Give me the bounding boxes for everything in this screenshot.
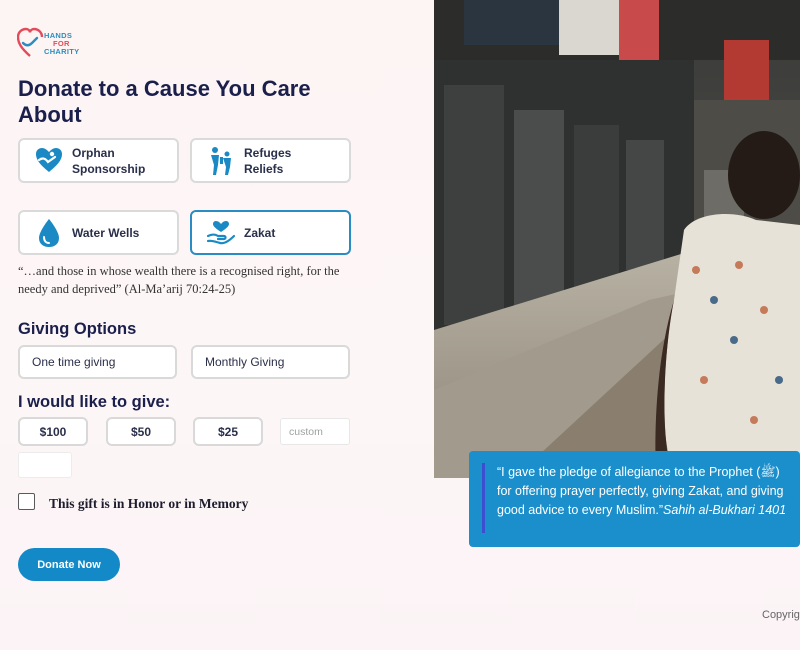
cause-refugees-reliefs[interactable]: Refuges Reliefs [190, 138, 351, 183]
giving-options-title: Giving Options [18, 320, 137, 338]
refugees-icon [204, 144, 238, 178]
monthly-giving-option[interactable]: Monthly Giving [191, 345, 350, 379]
zakat-hand-icon [204, 216, 238, 250]
hadith-quote-card: “I gave the pledge of allegiance to the … [469, 451, 800, 547]
logo-text: HANDS FOR CHARITY [44, 32, 79, 56]
street-photo [434, 0, 800, 478]
empty-field[interactable] [18, 452, 72, 478]
orphan-icon [32, 144, 66, 178]
cause-orphan-sponsorship[interactable]: Orphan Sponsorship [18, 138, 179, 183]
copyright-text: Copyrig [762, 609, 800, 621]
honor-memory-label: This gift is in Honor or in Memory [49, 496, 249, 511]
cause-zakat[interactable]: Zakat [190, 210, 351, 255]
amount-25-button[interactable]: $25 [193, 417, 263, 446]
amount-100-button[interactable]: $100 [18, 417, 88, 446]
hadith-source: Sahih al-Bukhari 1401 [663, 503, 787, 517]
one-time-giving-option[interactable]: One time giving [18, 345, 177, 379]
quote-accent-bar [482, 463, 485, 533]
amount-50-button[interactable]: $50 [106, 417, 176, 446]
cause-label: Refuges Reliefs [244, 145, 292, 176]
quran-quote: “…and those in whose wealth there is a r… [18, 264, 340, 296]
page-title: Donate to a Cause You Care About [18, 76, 311, 127]
donate-now-button[interactable]: Donate Now [18, 548, 120, 581]
donation-form-panel: HANDS FOR CHARITY Donate to a Cause You … [0, 0, 434, 650]
logo-line-3: CHARITY [44, 47, 80, 56]
cause-label: Zakat [244, 225, 276, 240]
heart-logo-icon [17, 27, 44, 57]
cause-label: Orphan Sponsorship [72, 145, 146, 176]
water-drop-icon [32, 216, 66, 250]
honor-memory-checkbox[interactable] [18, 493, 35, 510]
logo[interactable]: HANDS FOR CHARITY [17, 27, 79, 59]
amount-title: I would like to give: [18, 393, 171, 411]
cause-label: Water Wells [72, 225, 140, 240]
custom-amount-input[interactable] [280, 418, 350, 445]
cause-water-wells[interactable]: Water Wells [18, 210, 179, 255]
